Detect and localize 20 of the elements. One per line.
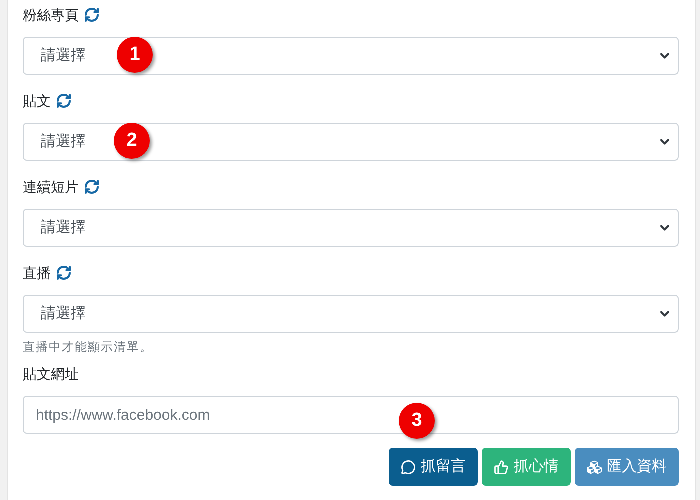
- field-label: 粉絲專頁: [23, 6, 79, 24]
- dropdown-select[interactable]: 請選擇: [23, 209, 679, 247]
- refresh-icon[interactable]: [56, 265, 72, 281]
- number-badge: 3: [399, 403, 435, 439]
- field-label: 連續短片: [23, 178, 79, 196]
- cubes-icon: [587, 460, 602, 474]
- number-badge: 1: [117, 37, 153, 73]
- field-label: 直播: [23, 264, 51, 282]
- field-label: 貼文網址: [23, 364, 79, 384]
- thumbs-up-icon: [494, 460, 509, 474]
- field-label: 貼文: [23, 92, 51, 110]
- speech-bubble-icon: [401, 460, 416, 474]
- action-button[interactable]: 匯入資料: [575, 448, 679, 486]
- number-badge: 2: [114, 123, 150, 159]
- refresh-icon[interactable]: [84, 7, 100, 23]
- help-text: 直播中才能顯示清單。: [23, 339, 154, 356]
- refresh-icon[interactable]: [56, 93, 72, 109]
- action-button[interactable]: 抓留言: [389, 448, 478, 486]
- refresh-icon[interactable]: [84, 179, 100, 195]
- dropdown-select[interactable]: 請選擇: [23, 295, 679, 333]
